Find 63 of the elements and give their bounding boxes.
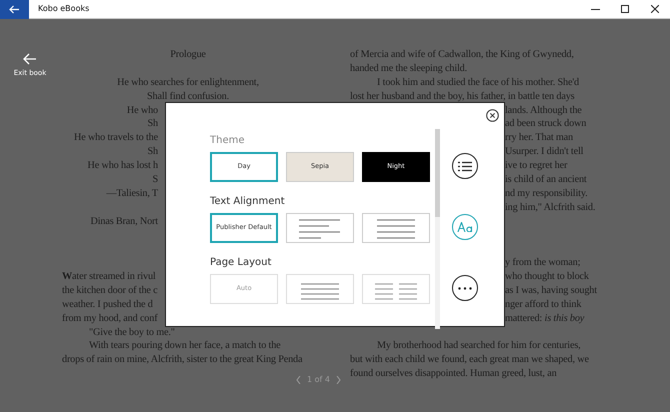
book-text-line: Prologue xyxy=(170,49,206,60)
close-panel-button[interactable] xyxy=(486,109,499,122)
book-text-line: Sh xyxy=(148,118,158,130)
book-text-line: He who searches for enlightenment, xyxy=(117,76,259,88)
book-text-line: My brotherhood had searched for him for centuries, xyxy=(377,340,581,352)
previous-page-icon[interactable] xyxy=(296,376,301,384)
book-text-line: weather. I pushed the d xyxy=(62,298,153,310)
book-text-line: lands. Although the xyxy=(505,104,582,116)
book-text-line: rry her. That man xyxy=(505,132,573,144)
section-title: Page Layout xyxy=(210,256,272,270)
book-text-line: ing him," Alcfrith said. xyxy=(505,202,596,213)
close-icon xyxy=(651,5,659,13)
book-text-line: He who travels to the xyxy=(74,132,158,144)
next-page-icon[interactable] xyxy=(336,376,341,384)
book-text-line: Shall find confusion. xyxy=(146,90,230,102)
contents-button[interactable] xyxy=(452,153,478,179)
book-text-line: from my hood, and conf xyxy=(62,312,158,324)
more-icon xyxy=(458,286,472,290)
book-text-line: He who has lost h xyxy=(88,160,158,171)
book-text-line: Water streamed in rivul xyxy=(62,271,156,282)
book-text-line: —Taliesin, T xyxy=(106,188,158,199)
book-text-line: mattered: is this boy xyxy=(505,312,584,324)
back-button[interactable] xyxy=(0,0,29,18)
book-text-line: y from the woman; xyxy=(505,257,580,268)
section-title: Text Alignment xyxy=(210,195,286,209)
close-icon xyxy=(486,109,499,122)
book-text-line: nd my responsibility. xyxy=(505,188,588,199)
window-title: Kobo eBooks xyxy=(38,3,90,15)
book-text-line: Usurper. I didn't tell xyxy=(505,146,584,158)
option-button[interactable] xyxy=(286,213,354,243)
book-text-line: of Mercia and wife of Cadwallon, the King of Gwynedd, xyxy=(350,49,574,60)
font-settings-button[interactable] xyxy=(452,214,478,240)
back-arrow-icon xyxy=(23,53,37,65)
book-text-line: but with each child we found, each great man we shaped, we xyxy=(350,354,589,366)
book-text-line: He who xyxy=(126,104,158,116)
book-text-line: "Give the boy to me." xyxy=(89,326,175,338)
book-text-line: lost her husband and the boy, his father, in battle ten days xyxy=(350,90,574,102)
book-text-line: Sh xyxy=(148,146,158,158)
book-text-line: as I was, having sought xyxy=(505,284,597,296)
book-text-line: ive to regret her xyxy=(505,160,568,171)
more-options-button[interactable] xyxy=(452,275,478,301)
minimize-icon xyxy=(590,8,600,10)
ragged-lines-icon xyxy=(297,217,343,239)
book-text-line: found ourselves disappointed. Human greed, lust, an xyxy=(350,368,557,380)
list-icon xyxy=(458,160,472,172)
book-text-line: the kitchen door of the c xyxy=(62,284,158,296)
back-arrow-icon xyxy=(9,4,20,14)
book-text-line: handed me the sleeping child. xyxy=(350,62,468,74)
page-indicator: 1 of 4 xyxy=(307,374,330,386)
book-text-line: S xyxy=(152,174,158,185)
option-button[interactable] xyxy=(362,213,430,243)
book-text-line: Dinas Bran, Nort xyxy=(90,216,158,226)
book-text-line: I took him and studied the face of his mother. She'd xyxy=(377,76,579,88)
book-text-line: With tears pouring down her face, a match to the xyxy=(89,340,281,352)
font-size-icon xyxy=(457,222,473,232)
book-text-line: ad been struck down xyxy=(505,118,586,130)
book-text-line: drops of rain on mine, Alcfrith, sister to the great King Penda xyxy=(62,354,302,366)
book-text-line: is child of an ancient xyxy=(505,174,587,185)
maximize-icon xyxy=(621,5,629,13)
scrollbar-thumb[interactable] xyxy=(435,129,440,217)
book-text-line: nger afford to think xyxy=(505,298,582,310)
section-title: Theme xyxy=(210,134,246,148)
book-text-line: who thought to block xyxy=(505,271,589,282)
